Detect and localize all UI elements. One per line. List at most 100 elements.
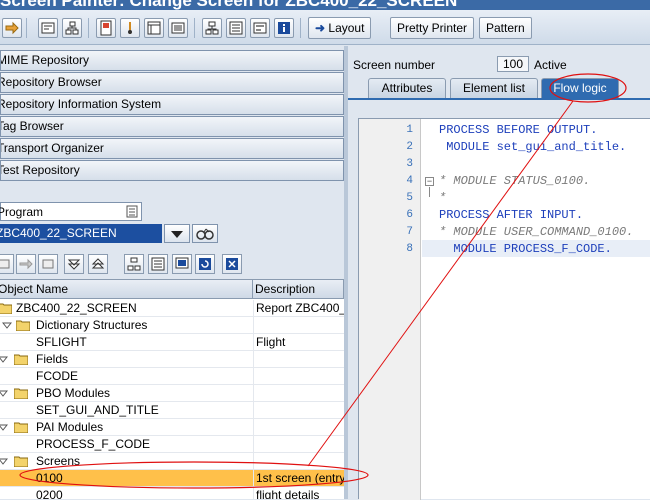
- tree-row[interactable]: Dictionary Structures: [0, 317, 344, 334]
- collapse-icon[interactable]: [88, 254, 108, 274]
- tab-label: Element list: [462, 81, 526, 95]
- expand-icon[interactable]: [64, 254, 84, 274]
- display-icon[interactable]: [172, 254, 192, 274]
- hierarchy-icon[interactable]: [202, 18, 222, 38]
- object-tree: Object Name Description ZBC400_22_SCREEN…: [0, 279, 344, 499]
- refresh-icon[interactable]: [195, 254, 215, 274]
- tab-flow-logic[interactable]: Flow logic: [541, 78, 619, 98]
- column-label: Description: [255, 282, 316, 296]
- tree-row[interactable]: SET_GUI_AND_TITLE: [0, 402, 344, 419]
- object-type-select[interactable]: Program: [0, 202, 142, 221]
- folder-open-icon: [16, 320, 30, 331]
- folder-open-icon: [14, 354, 28, 365]
- tree-row[interactable]: PROCESS_F_CODE: [0, 436, 344, 453]
- nav-label: Repository Information System: [0, 97, 162, 111]
- line-number: 3: [406, 158, 413, 170]
- object-type-value: Program: [0, 205, 44, 219]
- find-glasses-icon[interactable]: [192, 224, 218, 243]
- tab-element-list[interactable]: Element list: [450, 78, 538, 98]
- up-icon[interactable]: [38, 254, 58, 274]
- screen-number-label: Screen number: [353, 58, 436, 72]
- hierarchy-icon[interactable]: [124, 254, 144, 274]
- back-icon[interactable]: [0, 254, 14, 274]
- layout-label: Layout: [328, 21, 365, 35]
- column-label: Object Name: [0, 282, 69, 296]
- line-number: 4: [406, 175, 413, 187]
- object-name-value: ZBC400_22_SCREEN: [0, 226, 117, 240]
- tree-row[interactable]: Screens: [0, 453, 344, 470]
- settings-icon[interactable]: [38, 18, 58, 38]
- form-icon[interactable]: [250, 18, 270, 38]
- object-list-icon[interactable]: [148, 254, 168, 274]
- hierarchy-icon[interactable]: [144, 18, 164, 38]
- chevron-down-icon[interactable]: [0, 354, 8, 364]
- layout-button[interactable]: ➜ Layout: [308, 17, 372, 39]
- tree-row-name: PROCESS_F_CODE: [36, 437, 151, 451]
- column-header-object-name[interactable]: Object Name: [0, 280, 253, 299]
- tab-attributes[interactable]: Attributes: [368, 78, 446, 98]
- layout-icon[interactable]: [168, 18, 188, 38]
- nav-test-repository[interactable]: Test Repository: [0, 160, 344, 181]
- info-icon[interactable]: [274, 18, 294, 38]
- chevron-down-icon[interactable]: [2, 320, 12, 330]
- folder-open-icon: [14, 388, 28, 399]
- tree-row-description: 1st screen (entry): [256, 471, 344, 485]
- nav-mime-repository[interactable]: MIME Repository: [0, 50, 344, 71]
- chevron-down-icon[interactable]: [0, 422, 8, 432]
- tree-row-name: PBO Modules: [36, 386, 111, 400]
- nav-label: Transport Organizer: [0, 141, 104, 155]
- window-title: Screen Painter: Change Screen for ZBC400…: [0, 0, 458, 10]
- nav-tag-browser[interactable]: Tag Browser: [0, 116, 344, 137]
- tree-row-selected[interactable]: 0100 1st screen (entry): [0, 470, 344, 487]
- screen-status: Active: [534, 58, 567, 72]
- window-icon[interactable]: [120, 18, 140, 38]
- hierarchy-icon[interactable]: [62, 18, 82, 38]
- folder-icon: [0, 303, 12, 314]
- nav-repository-information-system[interactable]: Repository Information System: [0, 94, 344, 115]
- tree-row-name: FCODE: [36, 369, 78, 383]
- line-number: 5: [406, 192, 413, 204]
- object-name-input[interactable]: ZBC400_22_SCREEN: [0, 224, 162, 243]
- arrow-right-icon: ➜: [315, 21, 326, 35]
- chevron-down-icon[interactable]: [0, 388, 8, 398]
- code-line: PROCESS AFTER INPUT.: [439, 208, 584, 222]
- arrow-right-icon[interactable]: [2, 18, 22, 38]
- tree-row[interactable]: PAI Modules: [0, 419, 344, 436]
- tree-row[interactable]: PBO Modules: [0, 385, 344, 402]
- code-line: MODULE PROCESS_F_CODE.: [439, 242, 612, 256]
- nav-label: MIME Repository: [0, 53, 90, 67]
- flow-logic-editor[interactable]: 1 2 3 4 5 6 7 8 − PROCESS BEFORE OUTPUT.…: [358, 118, 650, 500]
- tree-row-name: Dictionary Structures: [36, 318, 148, 332]
- nav-repository-browser[interactable]: Repository Browser: [0, 72, 344, 93]
- close-icon[interactable]: [222, 254, 242, 274]
- tree-row-description: Flight: [256, 335, 286, 349]
- tree-row-name: SET_GUI_AND_TITLE: [36, 403, 159, 417]
- line-number: 7: [406, 226, 413, 238]
- tree-row[interactable]: FCODE: [0, 368, 344, 385]
- line-number: 1: [406, 124, 413, 136]
- screen-number-field[interactable]: 100: [497, 56, 529, 72]
- tree-row-name: SFLIGHT: [36, 335, 87, 349]
- nav-transport-organizer[interactable]: Transport Organizer: [0, 138, 344, 159]
- chevron-down-icon[interactable]: [0, 456, 8, 466]
- application-toolbar: ➜ Layout Pretty Printer Pattern: [0, 10, 650, 45]
- tab-label: Attributes: [381, 81, 433, 95]
- tree-row-name: PAI Modules: [36, 420, 104, 434]
- fold-minus-icon[interactable]: −: [425, 177, 434, 186]
- tree-row[interactable]: 0200 flight details: [0, 487, 344, 499]
- fold-guide: [429, 187, 430, 197]
- chevron-down-icon[interactable]: [164, 224, 190, 243]
- column-header-description[interactable]: Description: [253, 280, 344, 299]
- layout-icon[interactable]: [226, 18, 246, 38]
- tree-row[interactable]: SFLIGHT Flight: [0, 334, 344, 351]
- forward-icon[interactable]: [16, 254, 36, 274]
- pretty-printer-button[interactable]: Pretty Printer: [390, 17, 475, 39]
- tree-row[interactable]: ZBC400_22_SCREEN Report ZBC400_22_SCREEN: [0, 300, 344, 317]
- tree-row-name: Screens: [36, 454, 81, 468]
- tree-row[interactable]: Fields: [0, 351, 344, 368]
- line-number: 6: [406, 209, 413, 221]
- pattern-button[interactable]: Pattern: [479, 17, 532, 39]
- info-icon[interactable]: [96, 18, 116, 38]
- tree-row-name: 0100: [36, 471, 63, 485]
- tree-row-description: flight details: [256, 488, 320, 499]
